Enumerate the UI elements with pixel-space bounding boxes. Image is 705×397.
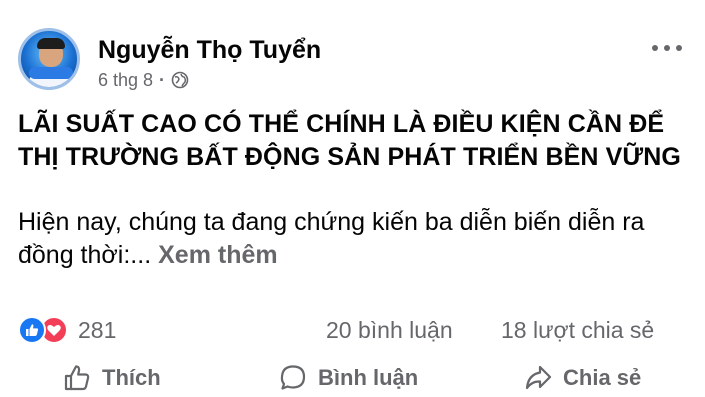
author-name[interactable]: Nguyễn Thọ Tuyển [98, 36, 321, 65]
reaction-icons[interactable] [18, 316, 74, 344]
comment-count[interactable]: 20 bình luận [326, 317, 453, 344]
post-date[interactable]: 6 thg 8 [98, 70, 153, 91]
thumbs-up-icon [64, 365, 90, 391]
like-icon [18, 316, 46, 344]
reaction-stats: 281 20 bình luận 18 lượt chia sẻ [18, 312, 688, 348]
post-body: Hiện nay, chúng ta đang chứng kiến ba di… [18, 206, 688, 272]
like-button-label: Thích [102, 365, 161, 390]
post-meta: 6 thg 8 · [98, 68, 189, 92]
post-header: Nguyễn Thọ Tuyển 6 thg 8 · [18, 28, 688, 92]
comment-button[interactable]: Bình luận [278, 360, 418, 396]
post-headline: LÃI SUẤT CAO CÓ THỂ CHÍNH LÀ ĐIỀU KIỆN C… [18, 110, 681, 171]
reaction-count[interactable]: 281 [78, 317, 116, 344]
avatar-badge [29, 67, 73, 79]
globe-icon [171, 71, 189, 89]
post-content: LÃI SUẤT CAO CÓ THỂ CHÍNH LÀ ĐIỀU KIỆN C… [18, 108, 688, 272]
share-count[interactable]: 18 lượt chia sẻ [501, 317, 654, 344]
post-body-text: Hiện nay, chúng ta đang chứng kiến ba di… [18, 208, 645, 269]
comment-bubble-icon [280, 365, 306, 390]
see-more-link[interactable]: Xem thêm [158, 241, 277, 269]
avatar-hair [37, 38, 65, 49]
post-action-bar: Thích Bình luận Chia sẻ [18, 360, 688, 396]
share-button-label: Chia sẻ [563, 365, 642, 390]
more-options-icon[interactable] [652, 40, 682, 56]
share-button[interactable]: Chia sẻ [523, 360, 641, 396]
share-arrow-icon [525, 365, 552, 390]
meta-separator: · [159, 69, 166, 90]
comment-button-label: Bình luận [318, 365, 419, 390]
author-avatar[interactable] [18, 28, 80, 90]
like-button[interactable]: Thích [62, 360, 161, 396]
